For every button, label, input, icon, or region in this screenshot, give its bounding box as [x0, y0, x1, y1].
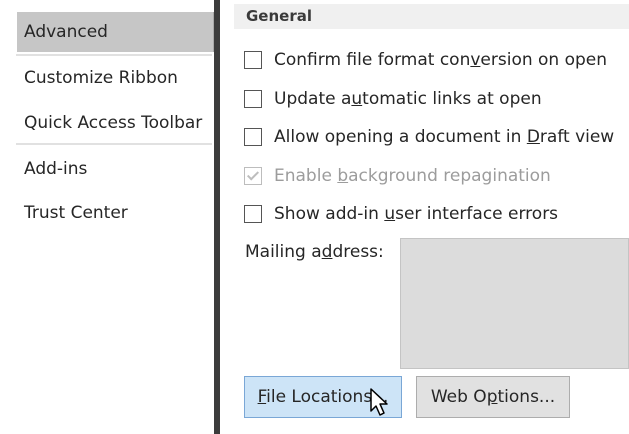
checkbox[interactable] [244, 205, 262, 223]
option-label: Confirm file format conversion on open [274, 50, 608, 70]
sidebar-item-trust-center[interactable]: Trust Center [17, 193, 214, 233]
option-label: Show add-in user interface errors [274, 204, 559, 224]
checkbox[interactable] [244, 51, 262, 69]
sidebar-divider [16, 143, 212, 145]
option-confirm-file-format[interactable]: Confirm file format conversion on open [244, 48, 607, 72]
checkbox-checked [244, 167, 262, 185]
option-show-add-in-errors[interactable]: Show add-in user interface errors [244, 202, 558, 226]
option-label: Update automatic links at open [274, 89, 542, 109]
mailing-address-field[interactable] [400, 238, 629, 369]
web-options-button[interactable]: Web Options... [416, 376, 570, 418]
option-update-automatic-links[interactable]: Update automatic links at open [244, 87, 542, 111]
options-sidebar: Advanced Customize Ribbon Quick Access T… [8, 0, 214, 434]
sidebar-item-quick-access-toolbar[interactable]: Quick Access Toolbar [17, 103, 214, 143]
option-label: Allow opening a document in Draft view [274, 127, 615, 147]
checkbox[interactable] [244, 90, 262, 108]
options-content: General Confirm file format conversion o… [220, 0, 629, 434]
sidebar-item-customize-ribbon[interactable]: Customize Ribbon [17, 58, 214, 98]
sidebar-divider [16, 54, 212, 56]
option-allow-draft-view[interactable]: Allow opening a document in Draft view [244, 125, 614, 149]
mailing-address-label: Mailing address: [245, 242, 384, 262]
option-background-repagination: Enable background repagination [244, 164, 551, 188]
left-edge [0, 0, 8, 434]
section-header-general: General [234, 4, 629, 29]
sidebar-item-add-ins[interactable]: Add-ins [17, 149, 214, 189]
sidebar-item-advanced[interactable]: Advanced [17, 12, 214, 52]
file-locations-button[interactable]: File Locations... [244, 376, 402, 418]
checkbox[interactable] [244, 128, 262, 146]
option-label: Enable background repagination [274, 166, 551, 186]
